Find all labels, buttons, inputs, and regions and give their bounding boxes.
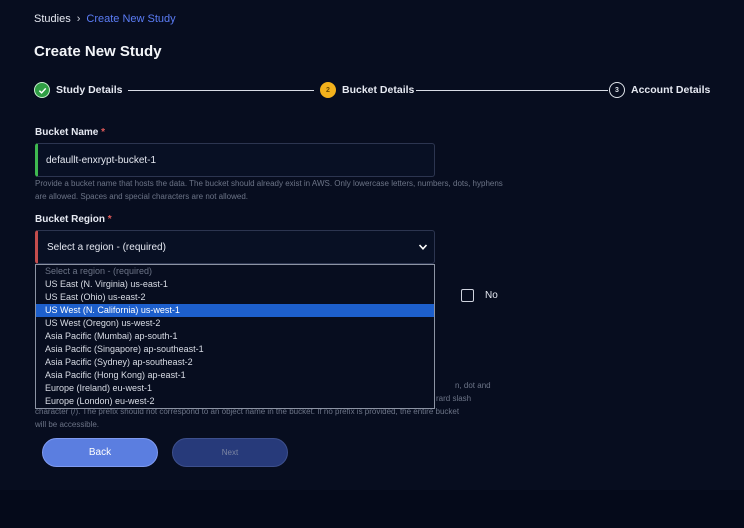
page-title: Create New Study [34, 43, 162, 60]
required-mark: * [107, 214, 112, 225]
bucket-name-input[interactable] [35, 143, 435, 177]
bucket-name-helper: Provide a bucket name that hosts the dat… [35, 179, 503, 201]
main-panel: Studies › Create New Study Create New St… [0, 0, 744, 490]
region-option[interactable]: Asia Pacific (Singapore) ap-southeast-1 [36, 343, 434, 356]
breadcrumb: Studies › Create New Study [34, 13, 176, 25]
chevron-down-icon [418, 244, 428, 250]
region-option[interactable]: Europe (Ireland) eu-west-1 [36, 382, 434, 395]
prefix-helper-line1: n, dot and [455, 381, 491, 390]
step-label: Bucket Details [342, 84, 415, 96]
region-option[interactable]: Asia Pacific (Sydney) ap-southeast-2 [36, 356, 434, 369]
region-option[interactable]: US West (Oregon) us-west-2 [36, 317, 434, 330]
bucket-region-select[interactable]: Select a region - (required) [35, 230, 435, 264]
required-mark: * [101, 127, 106, 138]
back-button[interactable]: Back [42, 438, 158, 467]
bucket-region-selected-value: Select a region - (required) [47, 241, 166, 253]
region-option[interactable]: Select a region - (required) [36, 265, 434, 278]
step-connector-1 [128, 90, 314, 91]
step-label: Study Details [56, 84, 123, 96]
step-number: 3 [609, 82, 625, 98]
step-account-details: 3 Account Details [609, 82, 710, 98]
step-connector-2 [416, 90, 608, 91]
region-option[interactable]: Europe (London) eu-west-2 [36, 395, 434, 408]
region-dropdown-list: Select a region - (required) US East (N.… [35, 264, 435, 409]
region-option-highlighted[interactable]: US West (N. California) us-west-1 [36, 304, 434, 317]
region-option[interactable]: US East (Ohio) us-east-2 [36, 291, 434, 304]
stepper: Study Details 2 Bucket Details 3 Account… [34, 82, 710, 100]
step-bucket-details: 2 Bucket Details [320, 82, 414, 98]
check-icon [34, 82, 50, 98]
bucket-region-label-text: Bucket Region [35, 214, 106, 225]
step-number: 2 [320, 82, 336, 98]
bucket-region-label: Bucket Region * [35, 214, 112, 225]
region-option[interactable]: Asia Pacific (Mumbai) ap-south-1 [36, 330, 434, 343]
breadcrumb-separator: › [76, 13, 81, 25]
bucket-name-label: Bucket Name * [35, 127, 105, 138]
region-option[interactable]: US East (N. Virginia) us-east-1 [36, 278, 434, 291]
step-study-details: Study Details [34, 82, 123, 98]
prefix-helper-line2: rard slash [436, 394, 472, 403]
region-option[interactable]: Asia Pacific (Hong Kong) ap-east-1 [36, 369, 434, 382]
breadcrumb-studies-link[interactable]: Studies [34, 13, 71, 25]
prefix-helper-line4: will be accessible. [35, 420, 100, 429]
no-checkbox-label: No [485, 290, 498, 301]
no-checkbox[interactable] [461, 289, 474, 302]
step-label: Account Details [631, 84, 711, 96]
next-button[interactable]: Next [172, 438, 288, 467]
bucket-name-label-text: Bucket Name [35, 127, 99, 138]
breadcrumb-current: Create New Study [86, 13, 176, 25]
